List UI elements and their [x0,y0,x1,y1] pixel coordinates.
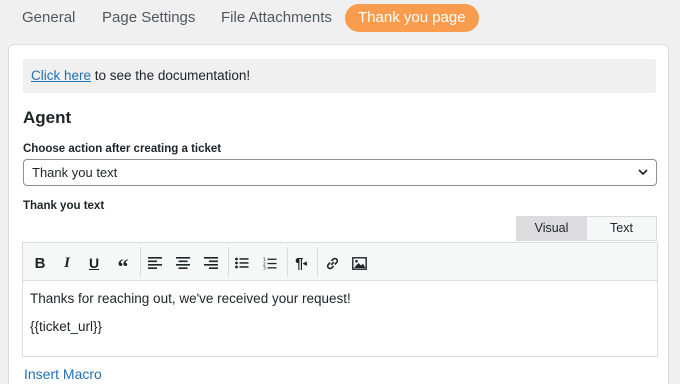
editor-content[interactable]: Thanks for reaching out, we've received … [30,292,351,348]
action-select-value: Thank you text [32,165,118,180]
svg-text:3: 3 [263,265,266,269]
italic-icon[interactable]: I [56,252,78,274]
editor-toolbar: B I U “ 1 2 3 ¶ ◂ [23,243,657,281]
tab-visual[interactable]: Visual [517,217,586,240]
thank-you-text-label: Thank you text [23,200,105,212]
insert-macro-link[interactable]: Insert Macro [24,366,102,382]
tab-thank-you-page[interactable]: Thank you page [345,4,479,32]
rich-text-editor: B I U “ 1 2 3 ¶ ◂ Thanks for reaching ou… [22,242,658,357]
align-center-icon[interactable] [172,252,194,274]
blockquote-icon[interactable]: “ [112,252,134,278]
link-icon[interactable] [321,252,343,274]
bold-icon[interactable]: B [29,252,51,274]
toolbar-separator [228,247,229,277]
tab-text[interactable]: Text [586,217,656,240]
paragraph-direction-icon[interactable]: ¶ ◂ [290,252,312,274]
underline-icon[interactable]: U [83,252,105,274]
toolbar-separator [140,247,141,277]
documentation-link[interactable]: Click here [31,68,91,83]
bulleted-list-icon[interactable] [231,252,253,274]
toolbar-separator [317,247,318,277]
tab-general[interactable]: General [22,4,75,32]
tab-page-settings[interactable]: Page Settings [102,4,195,32]
editor-line: Thanks for reaching out, we've received … [30,291,351,306]
settings-panel: Click here to see the documentation! Age… [8,44,669,384]
numbered-list-icon[interactable]: 123 [259,252,281,274]
tab-file-attachments[interactable]: File Attachments [221,4,332,32]
align-right-icon[interactable] [200,252,222,274]
image-icon[interactable] [348,252,370,274]
editor-line: {{ticket_url}} [30,319,103,334]
toolbar-separator [287,247,288,277]
documentation-notice-text: to see the documentation! [91,68,251,83]
documentation-notice: Click here to see the documentation! [23,59,656,93]
align-left-icon[interactable] [144,252,166,274]
editor-view-toggle: Visual Text [516,216,657,241]
tab-bar: General Page Settings File Attachments T… [0,0,680,40]
chevron-down-icon [637,160,649,185]
section-title: Agent [23,108,72,127]
action-select[interactable]: Thank you text [23,159,657,186]
action-field-label: Choose action after creating a ticket [23,143,222,155]
